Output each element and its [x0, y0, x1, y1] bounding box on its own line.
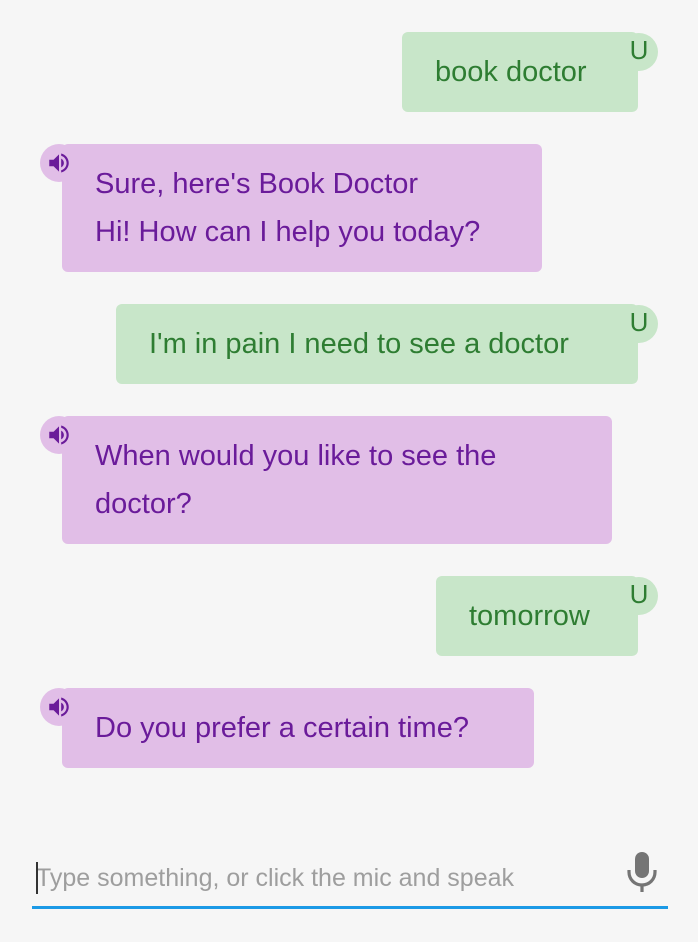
user-avatar: U: [620, 577, 658, 615]
speaker-icon[interactable]: [40, 144, 78, 182]
user-avatar-initial: U: [629, 579, 649, 609]
message-text: Do you prefer a certain time?: [95, 712, 469, 744]
speaker-icon[interactable]: [40, 416, 78, 454]
bot-message: Sure, here's Book Doctor Hi! How can I h…: [62, 144, 542, 272]
message-text: When would you like to see the: [95, 440, 497, 472]
user-message: tomorrow: [436, 576, 638, 656]
user-message: book doctor: [402, 32, 638, 112]
text-caret: [36, 862, 38, 894]
user-message: I'm in pain I need to see a doctor: [116, 304, 638, 384]
speaker-icon[interactable]: [40, 688, 78, 726]
microphone-icon[interactable]: [624, 850, 660, 896]
message-text: Hi! How can I help you today?: [95, 216, 481, 248]
bot-message: Do you prefer a certain time?: [62, 688, 534, 768]
user-avatar-initial: U: [629, 35, 649, 65]
user-avatar: U: [620, 33, 658, 71]
message-text: I'm in pain I need to see a doctor: [149, 328, 569, 360]
message-text: doctor?: [95, 488, 192, 520]
message-input[interactable]: [36, 858, 596, 898]
bot-message: When would you like to see the doctor?: [62, 416, 612, 544]
message-text: tomorrow: [469, 600, 590, 632]
message-text: Sure, here's Book Doctor: [95, 168, 419, 200]
user-avatar-initial: U: [629, 307, 649, 337]
user-avatar: U: [620, 305, 658, 343]
message-composer: [32, 850, 668, 909]
message-text: book doctor: [435, 56, 587, 88]
